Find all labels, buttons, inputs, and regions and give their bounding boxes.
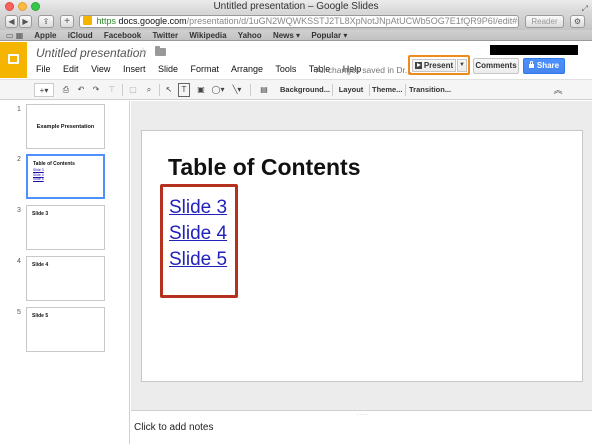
comments-button[interactable]: Comments xyxy=(473,58,519,74)
bookmark-news[interactable]: News ▾ xyxy=(273,31,300,40)
shape-icon[interactable]: ◯▾ xyxy=(210,83,226,97)
new-tab-icon[interactable]: + xyxy=(60,15,74,28)
browser-toolbar: ◀ ▶ ⇪ + https docs.google.com/presentati… xyxy=(0,13,592,30)
menu-arrange[interactable]: Arrange xyxy=(231,64,263,74)
thumbnail-link: Slide 3 xyxy=(33,168,44,172)
bookmark-wikipedia[interactable]: Wikipedia xyxy=(189,31,226,40)
slide-filmstrip: 1 Example Presentation 2 Table of Conten… xyxy=(0,101,130,444)
thumbnail-title: Slide 3 xyxy=(32,211,49,217)
bookmark-apple[interactable]: Apple xyxy=(34,31,56,40)
slide-number: 3 xyxy=(17,207,21,214)
slide-thumbnail-2[interactable]: Table of Contents Slide 3 Slide 4 Slide … xyxy=(26,154,105,199)
zoom-window-icon[interactable] xyxy=(31,2,40,11)
menu-view[interactable]: View xyxy=(91,64,110,74)
window-titlebar: Untitled presentation – Google Slides ⤢ xyxy=(0,0,592,13)
menu-edit[interactable]: Edit xyxy=(63,64,79,74)
bookmark-facebook[interactable]: Facebook xyxy=(104,31,141,40)
docs-header: Untitled presentation ☆ File Edit View I… xyxy=(0,42,592,78)
menu-file[interactable]: File xyxy=(36,64,51,74)
redo-icon[interactable]: ↷ xyxy=(90,83,102,97)
text-box-icon[interactable]: T xyxy=(178,83,190,97)
slide-title[interactable]: Table of Contents xyxy=(168,154,361,181)
bookmark-twitter[interactable]: Twitter xyxy=(152,31,178,40)
window-title: Untitled presentation – Google Slides xyxy=(213,1,379,12)
share-page-icon[interactable]: ⇪ xyxy=(38,15,54,28)
collapse-toolbar-icon[interactable]: ︽ xyxy=(552,83,564,97)
notes-resize-handle[interactable]: ···· xyxy=(357,412,369,418)
thumbnail-title: Example Presentation xyxy=(36,124,95,130)
bookmark-icloud[interactable]: iCloud xyxy=(68,31,93,40)
save-status[interactable]: All changes saved in Dr... xyxy=(316,65,412,75)
slide-canvas[interactable]: Table of Contents Slide 3 Slide 4 Slide … xyxy=(141,130,583,382)
present-button[interactable]: Present xyxy=(412,59,456,72)
thumbnail-links: Slide 3 Slide 4 Slide 5 xyxy=(33,168,44,182)
slide-link-3[interactable]: Slide 3 xyxy=(169,197,227,219)
select-cursor-icon[interactable]: ↖ xyxy=(163,83,175,97)
share-button[interactable]: Share xyxy=(523,58,565,74)
comment-icon[interactable]: ▤ xyxy=(258,83,270,97)
background-button[interactable]: Background... xyxy=(280,83,330,97)
account-redacted xyxy=(490,45,578,55)
thumbnail-title: Table of Contents xyxy=(33,161,75,167)
transition-button[interactable]: Transition... xyxy=(409,83,451,97)
slide-number: 1 xyxy=(17,106,21,113)
url-path: /presentation/d/1uGN2WQWKSSTJ2TL8XpNotJN… xyxy=(186,16,518,26)
speaker-notes[interactable]: ···· Click to add notes xyxy=(131,410,592,444)
slide-thumbnail-1[interactable]: Example Presentation xyxy=(26,104,105,149)
print-icon[interactable]: ⎙ xyxy=(60,83,72,97)
url-scheme: https xyxy=(96,16,117,26)
folder-icon[interactable] xyxy=(155,46,166,56)
star-icon[interactable]: ☆ xyxy=(138,45,148,58)
slide-thumbnail-4[interactable]: Slide 4 xyxy=(26,256,105,301)
present-highlight: Present ▼ xyxy=(408,55,470,75)
notes-placeholder: Click to add notes xyxy=(134,422,214,433)
slide-link-4[interactable]: Slide 4 xyxy=(169,223,227,245)
image-icon[interactable]: ▣ xyxy=(194,83,208,97)
minimize-window-icon[interactable] xyxy=(18,2,27,11)
bookmark-yahoo[interactable]: Yahoo xyxy=(238,31,262,40)
slide-number: 4 xyxy=(17,258,21,265)
slides-favicon-icon xyxy=(83,16,92,25)
menu-tools[interactable]: Tools xyxy=(275,64,296,74)
new-slide-icon[interactable]: +▾ xyxy=(34,83,54,97)
reading-list-icon[interactable]: ▭ ▦ xyxy=(6,30,23,41)
line-icon[interactable]: ╲▾ xyxy=(229,83,245,97)
slides-logo-icon[interactable] xyxy=(0,42,27,78)
slide-number: 5 xyxy=(17,309,21,316)
forward-icon[interactable]: ▶ xyxy=(19,15,32,28)
present-label: Present xyxy=(423,61,454,70)
menu-slide[interactable]: Slide xyxy=(158,64,178,74)
editor-toolbar: +▾ ⎙ ↶ ↷ ⊤ ▢ ⌕ ↖ T ▣ ◯▾ ╲▾ ▤ Background.… xyxy=(0,79,592,108)
layout-button[interactable]: Layout ▾ xyxy=(336,83,366,108)
present-dropdown-icon[interactable]: ▼ xyxy=(457,59,467,72)
links-highlight-box: Slide 3 Slide 4 Slide 5 xyxy=(160,184,238,298)
slide-number: 2 xyxy=(17,156,21,163)
bookmarks-bar: ▭ ▦ Apple iCloud Facebook Twitter Wikipe… xyxy=(0,30,592,41)
settings-gear-icon[interactable]: ⚙ xyxy=(570,15,585,28)
thumbnail-title: Slide 4 xyxy=(32,262,49,268)
thumbnail-link: Slide 5 xyxy=(33,177,44,181)
menu-insert[interactable]: Insert xyxy=(123,64,146,74)
slide-thumbnail-3[interactable]: Slide 3 xyxy=(26,205,105,250)
close-window-icon[interactable] xyxy=(5,2,14,11)
theme-button[interactable]: Theme... xyxy=(372,83,402,97)
slide-canvas-area: Table of Contents Slide 3 Slide 4 Slide … xyxy=(131,101,592,410)
zoom-fit-icon[interactable]: ▢ xyxy=(127,83,139,97)
reader-button[interactable]: Reader xyxy=(525,15,564,28)
share-label: Share xyxy=(536,61,560,70)
thumbnail-title: Slide 5 xyxy=(32,313,49,319)
slide-thumbnail-5[interactable]: Slide 5 xyxy=(26,307,105,352)
bookmark-popular[interactable]: Popular ▾ xyxy=(311,31,347,40)
slide-link-5[interactable]: Slide 5 xyxy=(169,249,227,271)
lock-icon xyxy=(528,61,534,68)
zoom-icon[interactable]: ⌕ xyxy=(143,83,155,97)
paint-format-icon[interactable]: ⊤ xyxy=(106,83,118,97)
back-icon[interactable]: ◀ xyxy=(5,15,18,28)
document-title[interactable]: Untitled presentation xyxy=(36,46,146,60)
address-bar[interactable]: https docs.google.com/presentation/d/1uG… xyxy=(79,15,519,28)
play-icon xyxy=(414,62,422,69)
undo-icon[interactable]: ↶ xyxy=(75,83,87,97)
url-host: docs.google.com xyxy=(118,16,187,26)
menu-format[interactable]: Format xyxy=(191,64,220,74)
